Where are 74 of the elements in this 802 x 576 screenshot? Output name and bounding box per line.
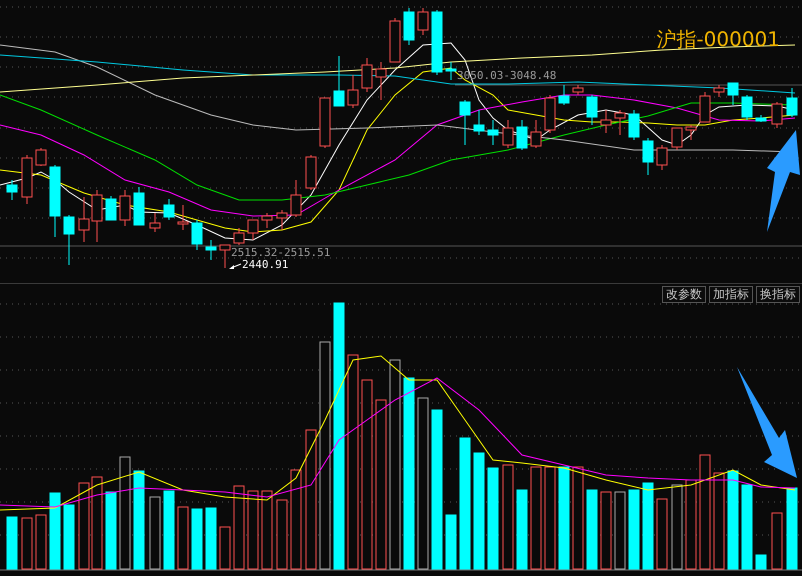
volume-bar — [178, 506, 188, 570]
candlestick — [36, 148, 46, 166]
candlestick — [362, 58, 372, 92]
candlestick — [276, 210, 288, 230]
candlestick — [656, 144, 668, 170]
candlestick — [348, 74, 358, 108]
candlestick — [742, 94, 752, 120]
candlestick — [418, 8, 428, 36]
candlestick — [488, 120, 498, 146]
indicator-button[interactable]: 加指标 — [709, 286, 753, 303]
candlestick — [544, 94, 556, 134]
candlestick — [178, 204, 188, 230]
candlestick — [6, 180, 18, 200]
candlestick — [404, 8, 414, 46]
chart-title: 沪指-000001 — [656, 26, 780, 53]
candlestick — [306, 154, 316, 190]
candlestick — [290, 180, 302, 218]
volume-bar — [656, 498, 668, 570]
candlestick — [134, 186, 144, 226]
candlestick — [502, 120, 514, 148]
pointer-arrow-icon — [229, 264, 242, 269]
candlestick — [120, 190, 130, 226]
candlestick — [432, 10, 442, 76]
volume-bar — [772, 512, 782, 570]
candlestick — [390, 18, 400, 62]
candlestick — [150, 212, 160, 232]
volume-bar — [220, 526, 230, 570]
candlestick — [714, 84, 724, 98]
candlestick — [474, 110, 484, 136]
candlestick — [756, 114, 766, 122]
volume-bar — [22, 518, 32, 570]
candlestick — [248, 220, 258, 240]
candlestick — [192, 220, 202, 250]
candlestick — [600, 110, 612, 134]
candlestick — [672, 128, 682, 150]
candlestick — [772, 102, 782, 128]
indicator-button[interactable]: 换指标 — [756, 286, 800, 303]
candlestick — [586, 94, 598, 126]
indicator-button[interactable]: 改参数 — [662, 286, 706, 303]
candlestick — [614, 110, 626, 136]
candlestick — [700, 92, 710, 122]
volume-bar — [756, 554, 766, 570]
candlestick — [262, 212, 272, 228]
volume-bar — [6, 516, 18, 570]
candlestick — [516, 120, 528, 150]
candlestick — [628, 110, 640, 140]
candlestick — [64, 214, 74, 266]
volume-bar — [276, 500, 288, 570]
candlestick — [530, 120, 542, 148]
candlestick — [234, 228, 244, 246]
candlestick — [320, 98, 330, 148]
candlestick — [164, 198, 174, 220]
volume-bar — [446, 514, 456, 570]
candlestick — [460, 100, 470, 146]
candlestick — [558, 84, 570, 106]
candlestick — [642, 138, 654, 176]
price-range-label: 2515.32-2515.51 — [231, 246, 330, 259]
candlestick — [786, 88, 798, 118]
candlestick — [728, 82, 738, 106]
candlestick — [220, 244, 230, 268]
candlestick — [22, 154, 32, 204]
candlestick — [376, 62, 386, 100]
candlestick — [106, 196, 116, 220]
volume-bar — [64, 504, 74, 570]
volume-bar — [36, 514, 46, 570]
candlestick — [334, 56, 344, 106]
candlestick — [206, 240, 216, 260]
candlestick — [686, 124, 696, 140]
low-price-label: 2440.91 — [242, 258, 288, 271]
volume-bar — [206, 508, 216, 570]
volume-bar — [192, 508, 202, 570]
candlestick — [78, 196, 90, 242]
candlestick — [92, 190, 102, 242]
candlestick — [446, 62, 456, 80]
